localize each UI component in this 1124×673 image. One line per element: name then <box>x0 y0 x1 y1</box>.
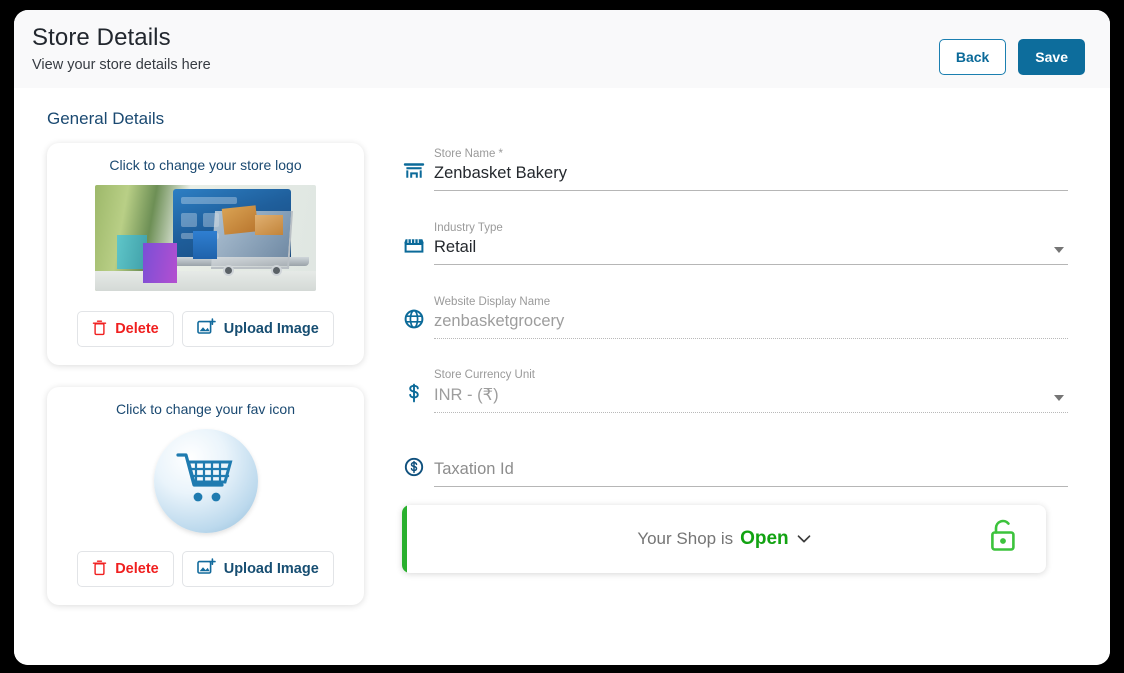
left-column: Click to change your store logo <box>32 143 364 627</box>
globe-icon <box>402 307 426 331</box>
delete-store-logo-button[interactable]: Delete <box>77 311 174 347</box>
upload-fav-icon-button[interactable]: Upload Image <box>182 551 334 587</box>
delete-store-logo-label: Delete <box>115 321 159 337</box>
page-header: Store Details View your store details he… <box>14 10 1110 88</box>
add-photo-icon <box>197 558 216 580</box>
field-industry-type-body: Industry Type Retail <box>434 222 1068 265</box>
upload-store-logo-label: Upload Image <box>224 321 319 337</box>
upload-fav-icon-label: Upload Image <box>224 561 319 577</box>
trash-icon <box>92 559 107 580</box>
fav-icon-card[interactable]: Click to change your fav icon <box>47 387 364 605</box>
field-store-currency-unit-label: Store Currency Unit <box>434 369 1068 381</box>
add-photo-icon <box>197 318 216 340</box>
shop-status-bar[interactable]: Your Shop is Open <box>402 505 1046 573</box>
field-industry-type-label: Industry Type <box>434 222 1068 234</box>
field-industry-type[interactable]: Industry Type Retail <box>402 221 1068 265</box>
fav-icon-actions: Delete Upload Image <box>63 551 348 587</box>
fav-icon-label: Click to change your fav icon <box>63 401 348 417</box>
back-button[interactable]: Back <box>939 39 1006 75</box>
shop-status-prefix: Your Shop is <box>637 529 733 549</box>
store-logo-actions: Delete Upload Image <box>63 311 348 347</box>
field-taxation-id[interactable]: Taxation Id <box>402 443 1068 487</box>
store-details-form: Store Name * Zenbasket Bakery <box>402 143 1090 573</box>
app-window: Store Details View your store details he… <box>14 10 1110 665</box>
field-store-name-label: Store Name * <box>434 148 1068 160</box>
shop-icon <box>402 233 426 257</box>
field-underline-disabled <box>434 412 1068 413</box>
photo-shopping-bag <box>193 231 217 259</box>
dollar-icon <box>402 381 426 405</box>
page-body: General Details Click to change your sto… <box>14 88 1110 665</box>
field-store-name-body: Store Name * Zenbasket Bakery <box>434 148 1068 191</box>
field-store-currency-unit-body: Store Currency Unit INR - (₹) <box>434 369 1068 413</box>
photo-screen-tile <box>181 197 237 204</box>
field-taxation-id-body: Taxation Id <box>434 460 1068 487</box>
section-title-general-details: General Details <box>47 109 1090 129</box>
photo-ground <box>95 271 316 291</box>
photo-parcel-box <box>255 215 283 235</box>
upload-store-logo-button[interactable]: Upload Image <box>182 311 334 347</box>
shopping-cart-icon <box>175 451 237 512</box>
fav-icon-image[interactable] <box>154 429 258 533</box>
save-button[interactable]: Save <box>1018 39 1085 75</box>
chevron-down-icon[interactable] <box>1054 247 1064 253</box>
photo-parcel-box <box>222 205 259 234</box>
dollar-circle-icon <box>402 455 426 479</box>
store-logo-image[interactable] <box>95 185 316 291</box>
storefront-icon <box>402 159 426 183</box>
shop-status-state[interactable]: Open <box>740 528 789 550</box>
field-underline <box>434 486 1068 487</box>
trash-icon <box>92 319 107 340</box>
delete-fav-icon-button[interactable]: Delete <box>77 551 174 587</box>
page-title: Store Details <box>32 24 1074 52</box>
unlock-icon[interactable] <box>986 518 1020 561</box>
photo-cart-wheel <box>223 265 234 276</box>
delete-fav-icon-label: Delete <box>115 561 159 577</box>
store-logo-card[interactable]: Click to change your store logo <box>47 143 364 365</box>
field-website-display-name: Website Display Name zenbasketgrocery <box>402 295 1068 339</box>
photo-cart-wheel <box>271 265 282 276</box>
field-taxation-id-value[interactable]: Taxation Id <box>434 460 1068 486</box>
store-logo-label: Click to change your store logo <box>63 157 348 173</box>
photo-screen-tile <box>181 213 197 227</box>
field-website-display-name-value: zenbasketgrocery <box>434 312 1068 338</box>
field-underline <box>434 190 1068 191</box>
field-underline <box>434 264 1068 265</box>
page-subtitle: View your store details here <box>32 57 1074 73</box>
field-store-currency-unit-value: INR - (₹) <box>434 385 1068 412</box>
field-store-currency-unit: Store Currency Unit INR - (₹) <box>402 369 1068 413</box>
header-actions: Back Save <box>939 39 1085 75</box>
chevron-down-icon <box>1054 395 1064 401</box>
photo-shopping-bag <box>143 243 177 283</box>
chevron-down-icon[interactable] <box>797 531 811 548</box>
content-row: Click to change your store logo <box>32 143 1090 627</box>
field-website-display-name-label: Website Display Name <box>434 296 1068 308</box>
field-website-display-name-body: Website Display Name zenbasketgrocery <box>434 296 1068 339</box>
field-store-name-value[interactable]: Zenbasket Bakery <box>434 164 1068 190</box>
field-underline-disabled <box>434 338 1068 339</box>
field-store-name[interactable]: Store Name * Zenbasket Bakery <box>402 147 1068 191</box>
field-industry-type-value[interactable]: Retail <box>434 238 1068 264</box>
